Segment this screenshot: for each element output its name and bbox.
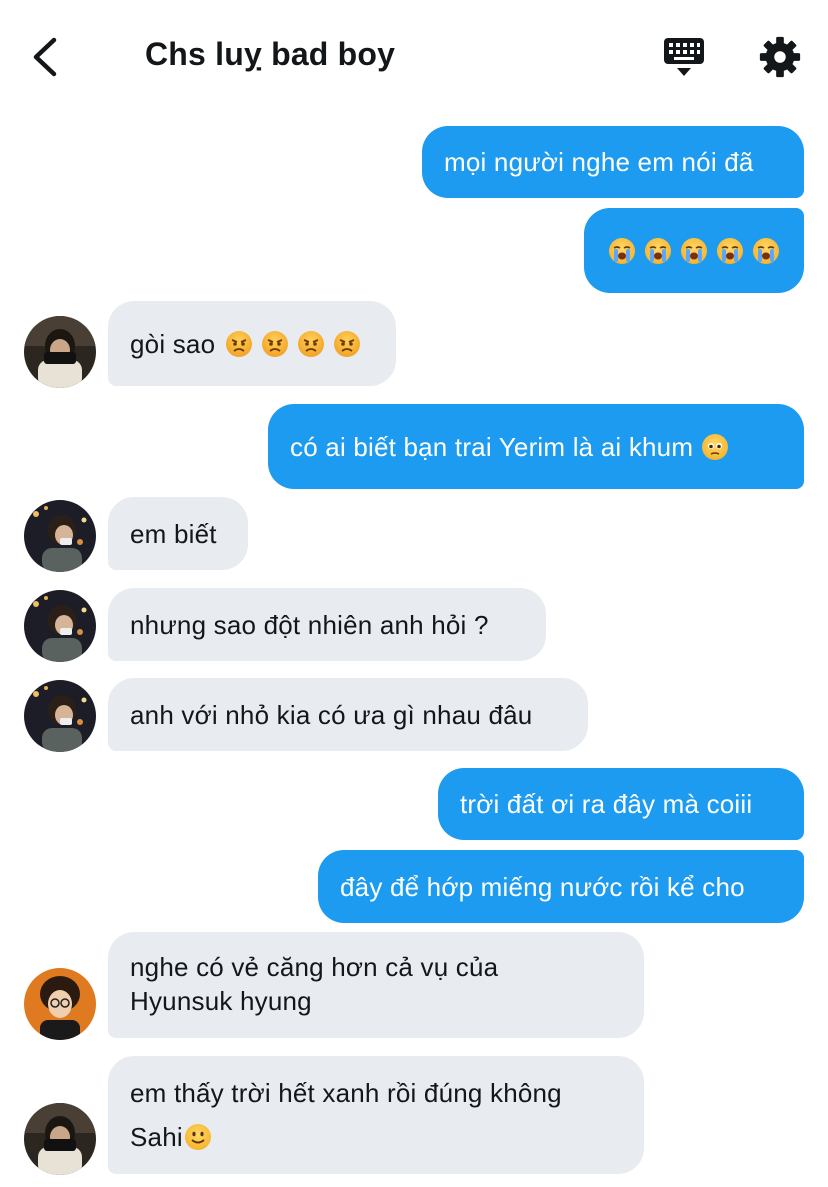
message-text: em biết [130, 518, 217, 549]
avatar[interactable] [24, 500, 96, 572]
avatar-photo [24, 1103, 96, 1175]
avatar[interactable] [24, 316, 96, 388]
message-text: có ai biết bạn trai Yerim là ai khum [290, 431, 694, 462]
avatar[interactable] [24, 968, 96, 1040]
message-text-line: Hyunsuk hyung [130, 986, 312, 1016]
avatar-photo [24, 500, 96, 572]
message-incoming[interactable]: em thấy trời hết xanh rồi đúng không Sah… [108, 1056, 644, 1174]
message-text: trời đất ơi ra đây mà coiii [460, 789, 753, 819]
avatar[interactable] [24, 590, 96, 662]
avatar[interactable] [24, 680, 96, 752]
message-text-line: em thấy trời hết xanh rồi đúng không [130, 1078, 562, 1108]
message-outgoing[interactable]: trời đất ơi ra đây mà coiii [438, 768, 804, 840]
chat-header: Chs luỵ bad boy [0, 0, 828, 112]
keyboard-button[interactable] [660, 34, 708, 80]
message-text: gòi sao [130, 328, 216, 359]
message-incoming[interactable]: nhưng sao đột nhiên anh hỏi ? [108, 588, 546, 661]
chevron-left-icon [33, 37, 57, 77]
angry-face-icon [334, 330, 361, 357]
settings-button[interactable] [756, 34, 804, 80]
loudly-crying-face-icon [681, 237, 707, 264]
keyboard-icon [664, 38, 704, 76]
avatar-photo [24, 590, 96, 662]
angry-face-icon [226, 330, 253, 357]
emoji-row [225, 330, 361, 358]
message-incoming[interactable]: em biết [108, 497, 248, 570]
message-text-line-wrap: Sahi [130, 1120, 622, 1154]
message-outgoing[interactable] [584, 208, 804, 293]
avatar-photo [24, 316, 96, 388]
avatar-photo [24, 680, 96, 752]
message-incoming[interactable]: nghe có vẻ căng hơn cả vụ của Hyunsuk hy… [108, 932, 644, 1038]
emoji-row [608, 237, 780, 265]
message-text: anh với nhỏ kia có ưa gì nhau đâu [130, 699, 533, 730]
conversation-title[interactable]: Chs luỵ bad boy [145, 36, 395, 73]
message-text: nhưng sao đột nhiên anh hỏi ? [130, 609, 489, 640]
avatar-photo [24, 968, 96, 1040]
message-outgoing[interactable]: có ai biết bạn trai Yerim là ai khum [268, 404, 804, 489]
back-button[interactable] [26, 34, 66, 80]
face-holding-back-tears-icon [702, 433, 729, 460]
slightly-smiling-face-icon [184, 1124, 211, 1150]
loudly-crying-face-icon [753, 237, 779, 264]
message-text: đây để hớp miếng nước rồi kể cho [340, 871, 745, 902]
message-outgoing[interactable]: đây để hớp miếng nước rồi kể cho [318, 850, 804, 923]
avatar[interactable] [24, 1103, 96, 1175]
loudly-crying-face-icon [645, 237, 671, 264]
loudly-crying-face-icon [609, 237, 635, 264]
loudly-crying-face-icon [717, 237, 743, 264]
message-text-line: nghe có vẻ căng hơn cả vụ của [130, 952, 499, 982]
message-incoming[interactable]: anh với nhỏ kia có ưa gì nhau đâu [108, 678, 588, 751]
message-text-line: Sahi [130, 1122, 183, 1152]
message-text: mọi người nghe em nói đã [444, 147, 754, 177]
angry-face-icon [298, 330, 325, 357]
angry-face-icon [262, 330, 289, 357]
message-outgoing[interactable]: mọi người nghe em nói đã [422, 126, 804, 198]
message-incoming[interactable]: gòi sao [108, 301, 396, 386]
gear-icon [759, 36, 801, 78]
